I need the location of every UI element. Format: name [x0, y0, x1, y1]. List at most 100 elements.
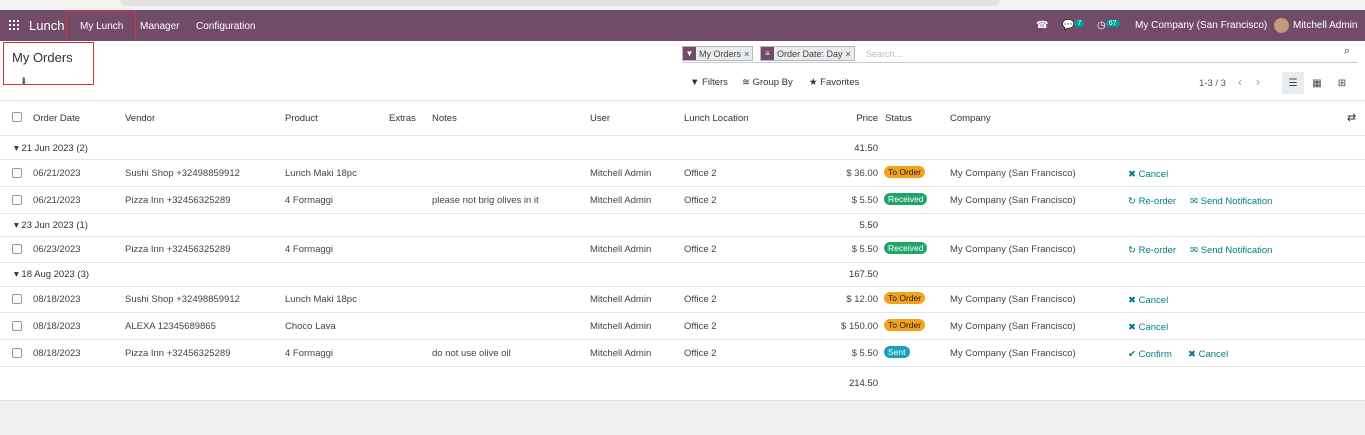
price: $ 5.50 — [851, 348, 878, 359]
confirm-button[interactable]: ✔ Confirm — [1128, 349, 1172, 360]
remove-facet-icon[interactable]: × — [744, 49, 752, 59]
cancel-button[interactable]: ✖ Cancel — [1128, 169, 1168, 180]
price: $ 12.00 — [846, 294, 878, 305]
location: Office 2 — [684, 294, 717, 305]
product: 4 Formaggi — [285, 195, 334, 206]
company: My Company (San Francisco) — [950, 244, 1076, 255]
user: Mitchell Admin — [590, 168, 652, 179]
facet-my-orders[interactable]: ▼ My Orders × — [682, 46, 754, 61]
messages-icon[interactable]: 💬 7 — [1062, 20, 1085, 31]
price: $ 150.00 — [841, 321, 878, 332]
kanban-view-icon[interactable]: ▦ — [1306, 72, 1328, 94]
favorites-label: Favorites — [820, 77, 860, 88]
send-notification-button[interactable]: ✉ Send Notification — [1190, 196, 1272, 207]
favorites-button[interactable]: ★ Favorites — [809, 77, 859, 88]
price: $ 5.50 — [851, 195, 878, 206]
reorder-button[interactable]: ↻ Re-order — [1128, 245, 1176, 256]
menu-configuration[interactable]: Configuration — [196, 21, 255, 32]
location: Office 2 — [684, 348, 717, 359]
location: Office 2 — [684, 321, 717, 332]
cancel-button[interactable]: ✖ Cancel — [1128, 322, 1168, 333]
group-row[interactable]: ▾ 18 Aug 2023 (3) 167.50 — [0, 263, 1365, 287]
facet-label: Order Date: Day — [777, 48, 843, 59]
group-by-button[interactable]: ≋ Group By — [742, 77, 793, 88]
vendor: Sushi Shop +32498859912 — [125, 168, 240, 179]
col-notes[interactable]: Notes — [432, 113, 457, 124]
row-checkbox[interactable] — [12, 195, 22, 205]
search-input[interactable]: Search... — [866, 49, 902, 59]
col-extras[interactable]: Extras — [389, 113, 416, 124]
table-row[interactable]: 06/21/2023 Pizza Inn +32456325289 4 Form… — [0, 187, 1365, 214]
order-date: 06/21/2023 — [33, 195, 81, 206]
menu-manager[interactable]: Manager — [140, 21, 179, 32]
facet-order-date[interactable]: ≡ Order Date: Day × — [760, 46, 855, 61]
pager-prev-icon[interactable]: ‹ — [1238, 75, 1242, 89]
company: My Company (San Francisco) — [950, 321, 1076, 332]
select-all-checkbox[interactable] — [12, 112, 22, 122]
user-menu[interactable]: Mitchell Admin — [1293, 20, 1357, 31]
facet-label: My Orders — [699, 48, 742, 59]
activities-icon[interactable]: ◷ 67 — [1097, 20, 1120, 31]
company: My Company (San Francisco) — [950, 348, 1076, 359]
cancel-button[interactable]: ✖ Cancel — [1128, 295, 1168, 306]
row-checkbox[interactable] — [12, 321, 22, 331]
group-label: ▾ 18 Aug 2023 (3) — [14, 269, 90, 280]
location: Office 2 — [684, 168, 717, 179]
main-navbar: Lunch My Lunch Manager Configuration ☎ 💬… — [0, 10, 1365, 41]
reorder-button[interactable]: ↻ Re-order — [1128, 196, 1176, 207]
col-company[interactable]: Company — [950, 113, 991, 124]
user: Mitchell Admin — [590, 348, 652, 359]
table-row[interactable]: 08/18/2023 ALEXA 12345689865 Choco Lava … — [0, 313, 1365, 340]
app-name[interactable]: Lunch — [29, 18, 64, 33]
phone-icon[interactable]: ☎ — [1036, 20, 1048, 31]
table-row[interactable]: 06/21/2023 Sushi Shop +32498859912 Lunch… — [0, 160, 1365, 187]
browser-address-bar — [120, 0, 1000, 6]
group-label: ▾ 23 Jun 2023 (1) — [14, 220, 88, 231]
col-status[interactable]: Status — [885, 113, 912, 124]
pager-next-icon[interactable]: › — [1256, 75, 1260, 89]
row-checkbox[interactable] — [12, 294, 22, 304]
avatar[interactable] — [1274, 18, 1289, 33]
filters-label: Filters — [702, 77, 728, 88]
vendor: ALEXA 12345689865 — [125, 321, 216, 332]
order-date: 08/18/2023 — [33, 348, 81, 359]
col-vendor[interactable]: Vendor — [125, 113, 155, 124]
col-product[interactable]: Product — [285, 113, 318, 124]
group-icon: ≡ — [761, 47, 774, 60]
company-switcher[interactable]: My Company (San Francisco) — [1135, 20, 1267, 31]
company: My Company (San Francisco) — [950, 168, 1076, 179]
group-row[interactable]: ▾ 23 Jun 2023 (1) 5.50 — [0, 214, 1365, 237]
table-row[interactable]: 08/18/2023 Sushi Shop +32498859912 Lunch… — [0, 287, 1365, 313]
row-checkbox[interactable] — [12, 168, 22, 178]
optional-columns-icon[interactable]: ⇄ — [1347, 111, 1356, 124]
remove-facet-icon[interactable]: × — [846, 49, 854, 59]
list-view-icon[interactable]: ☰ — [1282, 72, 1304, 94]
col-order-date[interactable]: Order Date — [33, 113, 80, 124]
send-notification-button[interactable]: ✉ Send Notification — [1190, 245, 1272, 256]
order-date: 08/18/2023 — [33, 294, 81, 305]
order-date: 06/21/2023 — [33, 168, 81, 179]
row-checkbox[interactable] — [12, 244, 22, 254]
product: 4 Formaggi — [285, 348, 334, 359]
table-row[interactable]: 08/18/2023 Pizza Inn +32456325289 4 Form… — [0, 340, 1365, 367]
status-badge: To Order — [884, 166, 926, 178]
company: My Company (San Francisco) — [950, 294, 1076, 305]
col-user[interactable]: User — [590, 113, 610, 124]
group-row[interactable]: ▾ 21 Jun 2023 (2) 41.50 — [0, 136, 1365, 160]
pivot-view-icon[interactable]: ⊞ — [1331, 72, 1353, 94]
filters-button[interactable]: ▼ Filters — [690, 77, 728, 88]
row-checkbox[interactable] — [12, 348, 22, 358]
notes: do not use olive oil — [432, 348, 511, 359]
col-location[interactable]: Lunch Location — [684, 113, 748, 124]
vendor: Pizza Inn +32456325289 — [125, 348, 231, 359]
messages-count-badge: 7 — [1074, 20, 1085, 27]
activities-count-badge: 67 — [1105, 20, 1120, 27]
price: $ 5.50 — [851, 244, 878, 255]
col-price[interactable]: Price — [818, 113, 878, 124]
order-date: 08/18/2023 — [33, 321, 81, 332]
cancel-button[interactable]: ✖ Cancel — [1188, 349, 1228, 360]
table-row[interactable]: 06/23/2023 Pizza Inn +32456325289 4 Form… — [0, 237, 1365, 263]
search-icon[interactable]: ⌕ — [1344, 45, 1350, 58]
app-switcher-icon[interactable] — [9, 20, 19, 30]
pager-value[interactable]: 1-3 / 3 — [1199, 78, 1226, 89]
